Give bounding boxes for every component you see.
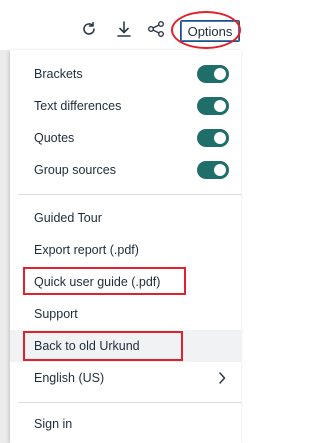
toggle-knob [214,100,226,112]
menu-item-support[interactable]: Support [10,298,241,330]
menu-item-language[interactable]: English (US) [10,362,241,394]
refresh-icon[interactable] [78,18,100,40]
toggle-row-quotes[interactable]: Quotes [10,122,241,154]
toggle-knob [214,132,226,144]
toggle-row-group-sources[interactable]: Group sources [10,154,241,186]
menu-item-quick-user-guide[interactable]: Quick user guide (.pdf) [10,266,241,298]
toggle-row-brackets[interactable]: Brackets [10,58,241,90]
share-icon[interactable] [145,18,167,40]
menu-item-label: English (US) [34,371,105,385]
menu-item-label: Support [34,307,78,321]
menu-item-label: Guided Tour [34,211,102,225]
menu-item-label: Export report (.pdf) [34,243,139,257]
options-menu: Brackets Text differences Quotes Group s… [10,50,241,443]
menu-item-label: Back to old Urkund [34,339,140,353]
menu-item-label: Quick user guide (.pdf) [34,275,161,289]
background-panel-left [0,50,10,443]
toolbar: Options [0,0,241,50]
menu-item-back-to-old-urkund[interactable]: Back to old Urkund [10,330,241,362]
menu-item-label: Sign in [34,417,73,431]
menu-item-guided-tour[interactable]: Guided Tour [10,202,241,234]
toggle-knob [214,164,226,176]
group-sources-toggle[interactable] [197,161,229,179]
brackets-toggle[interactable] [197,65,229,83]
menu-divider [18,194,241,195]
options-button[interactable]: Options [180,20,240,42]
menu-item-sign-in[interactable]: Sign in [10,408,241,440]
chevron-right-icon [217,371,227,385]
menu-divider [18,402,241,403]
toggle-row-text-differences[interactable]: Text differences [10,90,241,122]
menu-item-export-report[interactable]: Export report (.pdf) [10,234,241,266]
text-differences-toggle[interactable] [197,97,229,115]
quotes-toggle[interactable] [197,129,229,147]
toggle-knob [214,68,226,80]
download-icon[interactable] [113,18,135,40]
